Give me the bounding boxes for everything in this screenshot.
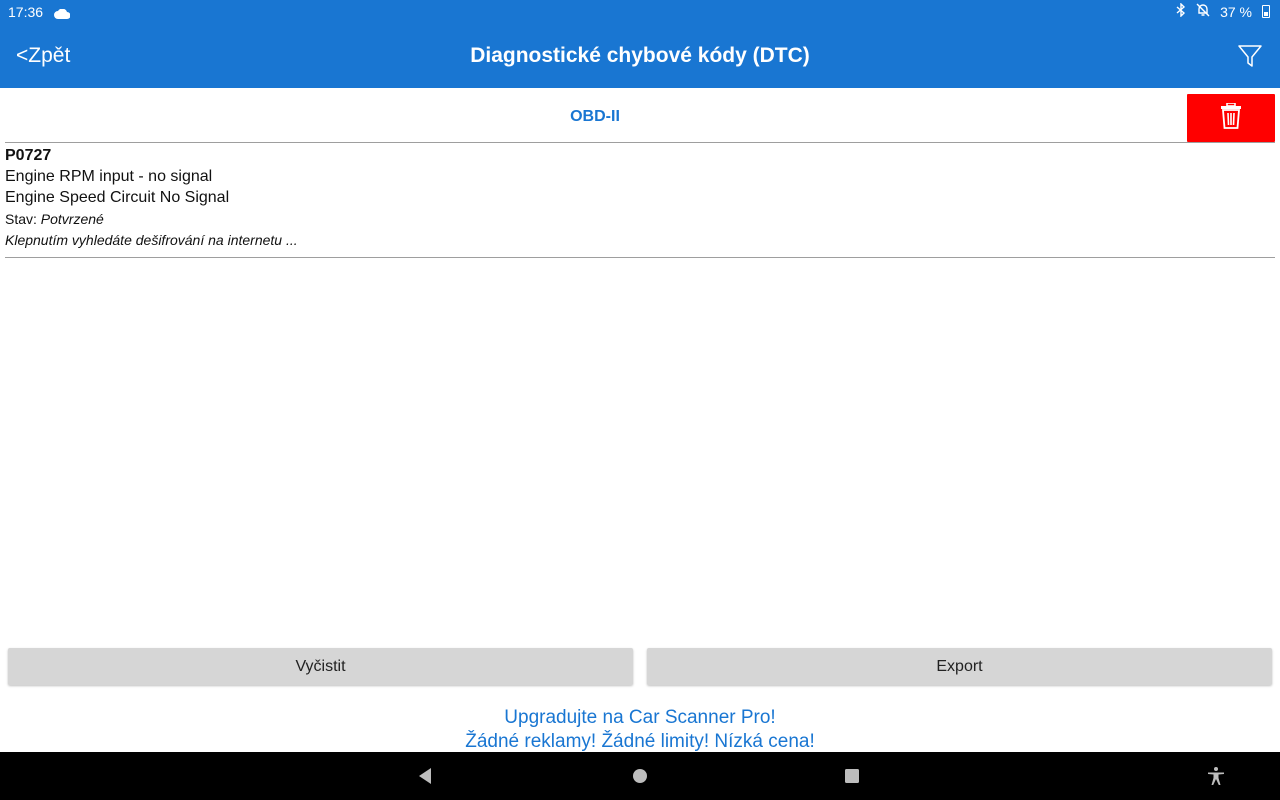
bluetooth-icon	[1176, 2, 1186, 20]
filter-icon[interactable]	[1236, 42, 1264, 70]
status-time: 17:36	[8, 4, 44, 20]
dtc-list-item[interactable]: P0727 Engine RPM input - no signal Engin…	[5, 146, 1275, 256]
divider	[5, 257, 1275, 258]
section-header: OBD-II	[0, 88, 1280, 142]
notifications-off-icon	[1196, 3, 1210, 20]
dtc-search-hint: Klepnutím vyhledáte dešifrování na inter…	[5, 232, 298, 248]
promo-line-2: Žádné reklamy! Žádné limity! Nízká cena!	[465, 731, 815, 752]
back-triangle-icon[interactable]	[416, 766, 436, 786]
dtc-status-label: Stav:	[5, 211, 41, 227]
dtc-status: Stav: Potvrzené	[5, 208, 1275, 230]
cloud-icon	[54, 6, 71, 22]
clear-button[interactable]: Vyčistit	[8, 648, 633, 685]
back-button[interactable]: <Zpět	[16, 44, 70, 68]
upgrade-promo-link[interactable]: Upgradujte na Car Scanner Pro! Žádné rek…	[0, 706, 1280, 754]
home-circle-icon[interactable]	[630, 766, 650, 786]
recents-square-icon[interactable]	[842, 766, 862, 786]
divider	[5, 142, 1275, 143]
dtc-description-alt: Engine Speed Circuit No Signal	[5, 189, 230, 206]
status-icons: 37 %	[1176, 2, 1270, 20]
battery-level: 37 %	[1220, 3, 1252, 20]
delete-button[interactable]	[1187, 94, 1275, 142]
app-bar: Diagnostické chybové kódy (DTC) <Zpět	[0, 24, 1280, 88]
page-title: Diagnostické chybové kódy (DTC)	[470, 44, 810, 67]
promo-line-1: Upgradujte na Car Scanner Pro!	[504, 707, 776, 728]
dtc-description: Engine RPM input - no signal	[5, 168, 213, 185]
system-nav-bar	[0, 752, 1280, 800]
battery-icon	[1262, 5, 1270, 18]
accessibility-icon[interactable]	[1206, 766, 1226, 786]
status-bar: 17:36 37 %	[0, 0, 1280, 24]
section-label: OBD-II	[570, 108, 620, 125]
export-button[interactable]: Export	[647, 648, 1272, 685]
dtc-code: P0727	[5, 147, 52, 164]
trash-icon	[1221, 101, 1241, 134]
dtc-status-value: Potvrzené	[40, 211, 104, 227]
